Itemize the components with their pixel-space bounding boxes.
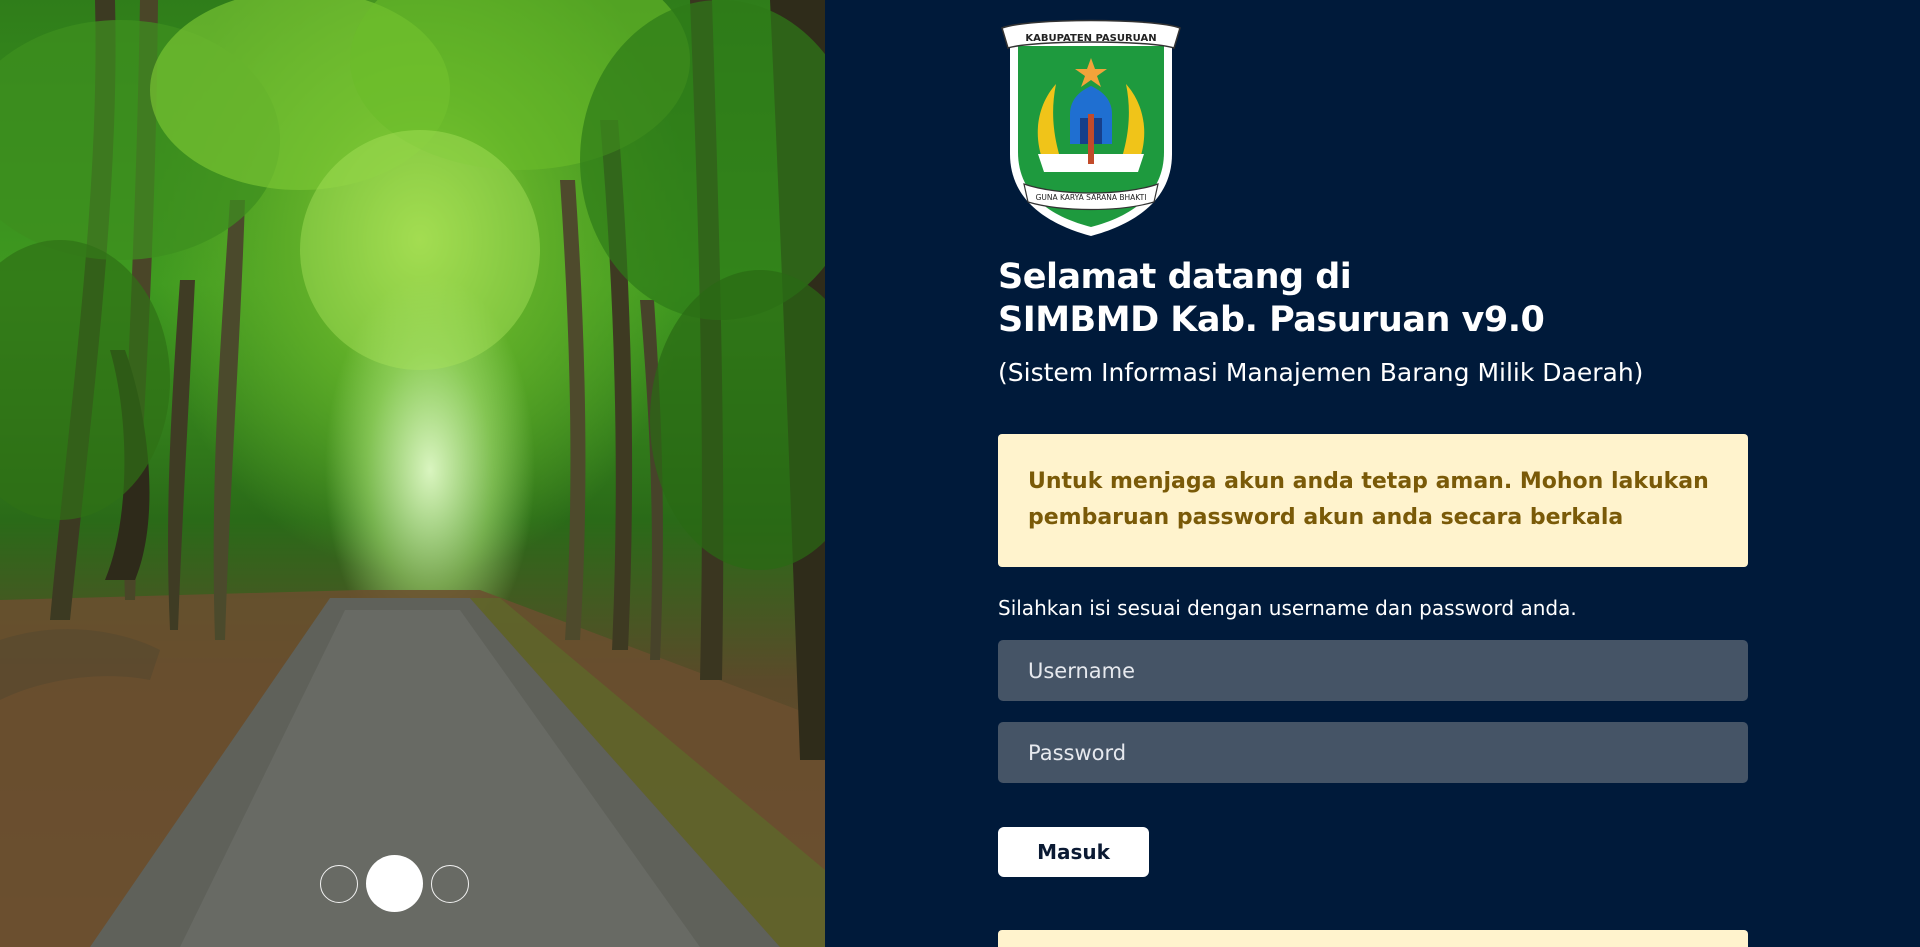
bottom-alert [998,930,1748,947]
carousel-indicators [320,855,469,912]
login-button[interactable]: Masuk [998,827,1149,877]
system-subtitle: (Sistem Informasi Manajemen Barang Milik… [998,358,1644,387]
login-instruction: Silahkan isi sesuai dengan username dan … [998,596,1577,620]
carousel-dot-2-active[interactable] [366,855,423,912]
forest-path-photo [0,0,825,947]
password-input[interactable] [998,722,1748,783]
welcome-heading: Selamat datang di SIMBMD Kab. Pasuruan v… [998,256,1545,342]
welcome-line-2: SIMBMD Kab. Pasuruan v9.0 [998,300,1545,340]
username-input[interactable] [998,640,1748,701]
login-panel: KABUPATEN PASURUAN GUNA KARYA SARANA BHA… [825,0,1920,947]
carousel-photo [0,0,825,947]
logo-motto-text: GUNA KARYA SARANA BHAKTI [1036,193,1147,202]
carousel-dot-1[interactable] [320,864,358,903]
logo-banner-text: KABUPATEN PASURUAN [1025,33,1156,44]
welcome-line-1: Selamat datang di [998,257,1352,297]
carousel-dot-3[interactable] [431,864,469,903]
kabupaten-pasuruan-logo: KABUPATEN PASURUAN GUNA KARYA SARANA BHA… [1001,19,1181,236]
security-alert: Untuk menjaga akun anda tetap aman. Moho… [998,434,1748,567]
